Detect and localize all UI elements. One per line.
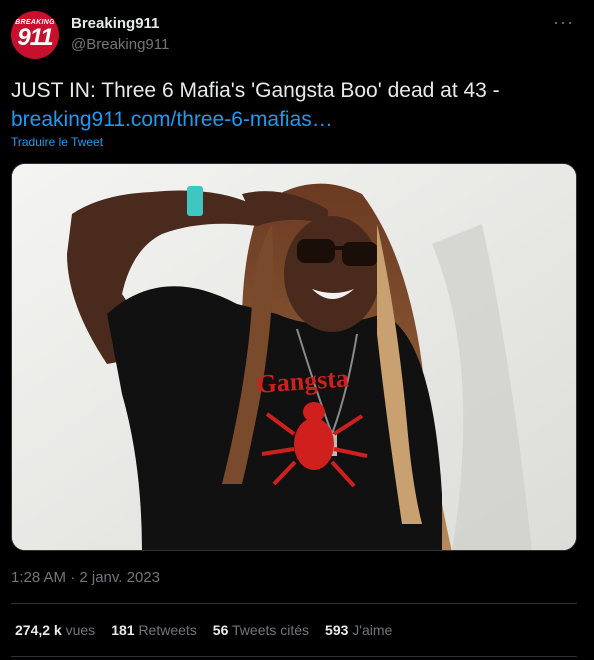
- author-handle[interactable]: @Breaking911: [71, 36, 169, 53]
- avatar-logo-main-text: 911: [17, 24, 53, 51]
- likes-count: 593: [325, 622, 349, 638]
- photo-illustration: Gangsta: [12, 164, 576, 550]
- retweets-count: 181: [111, 622, 135, 638]
- tweet-timestamp[interactable]: 1:28 AM · 2 janv. 2023: [11, 569, 160, 586]
- quotes-count: 56: [212, 622, 229, 638]
- likes-stat[interactable]: 593 J'aime: [325, 622, 392, 638]
- likes-label: J'aime: [352, 622, 393, 638]
- divider: [11, 656, 577, 657]
- more-horizontal-icon[interactable]: ···: [553, 12, 574, 33]
- quotes-label: Tweets cités: [232, 622, 310, 638]
- translate-tweet-link[interactable]: Traduire le Tweet: [11, 135, 103, 149]
- views-stat[interactable]: 274,2 k vues: [15, 622, 95, 638]
- tweet-photo[interactable]: Gangsta: [11, 163, 577, 551]
- tweet-link[interactable]: breaking911.com/three-6-mafias…: [11, 108, 333, 131]
- tweet-stats: 274,2 k vues 181 Retweets 56 Tweets cité…: [15, 622, 408, 638]
- tweet-text: JUST IN: Three 6 Mafia's 'Gangsta Boo' d…: [11, 76, 581, 134]
- tweet: BREAKING 911 Breaking911 @Breaking911 ··…: [0, 0, 594, 660]
- quotes-stat[interactable]: 56 Tweets cités: [213, 622, 309, 638]
- views-label: vues: [65, 622, 96, 638]
- retweets-stat[interactable]: 181 Retweets: [111, 622, 197, 638]
- author-display-name[interactable]: Breaking911: [71, 15, 159, 32]
- tweet-body: JUST IN: Three 6 Mafia's 'Gangsta Boo' d…: [11, 79, 500, 102]
- retweets-label: Retweets: [138, 622, 197, 638]
- divider: [11, 603, 577, 604]
- views-count: 274,2 k: [15, 622, 62, 638]
- avatar[interactable]: BREAKING 911: [11, 11, 59, 59]
